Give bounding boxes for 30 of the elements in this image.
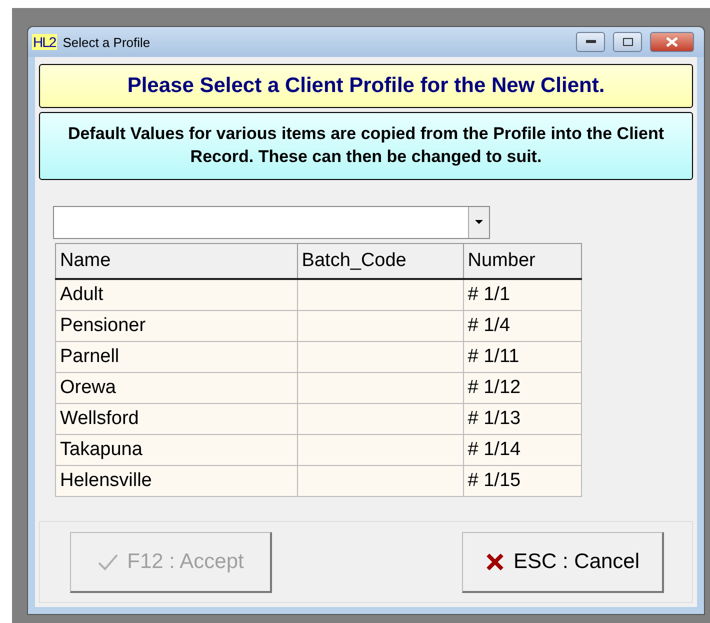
table-cell: # 1/13 [463,403,582,434]
minimize-button[interactable] [576,32,605,52]
column-header[interactable]: Batch_Code [297,243,464,279]
table-cell: Parnell [56,341,298,372]
heading-banner: Please Select a Client Profile for the New Client. [39,64,693,108]
table-cell: Adult [56,278,298,310]
table-cell: Helensville [56,465,298,496]
table-cell: Wellsford [56,403,298,434]
maximize-button[interactable] [613,32,642,52]
table-cell: # 1/14 [463,434,582,466]
info-panel: Default Values for various items are copied from the Profile into the Client Record. These can then be changed to suit. [39,112,693,180]
minimize-icon [586,40,596,44]
app-logo: HL2 [32,34,57,50]
close-button[interactable] [650,32,694,52]
table-cell: Pensioner [56,310,298,342]
cancel-button[interactable]: ESC : Cancel [462,532,664,592]
maximize-icon [622,38,632,46]
table-cell: # 1/15 [463,465,582,496]
close-icon [485,552,506,572]
window-title: Select a Profile [62,34,152,50]
checkmark-icon [97,552,120,572]
table-cell: # 1/11 [463,341,582,372]
table-cell: Takapuna [56,434,298,466]
table-cell: # 1/12 [463,372,582,404]
table-cell: Orewa [56,372,298,404]
table-cell: # 1/4 [463,310,582,342]
column-header[interactable]: Name [56,243,298,279]
table-cell: # 1/1 [463,278,582,310]
column-header[interactable]: Number [463,243,582,279]
close-icon [666,37,678,47]
